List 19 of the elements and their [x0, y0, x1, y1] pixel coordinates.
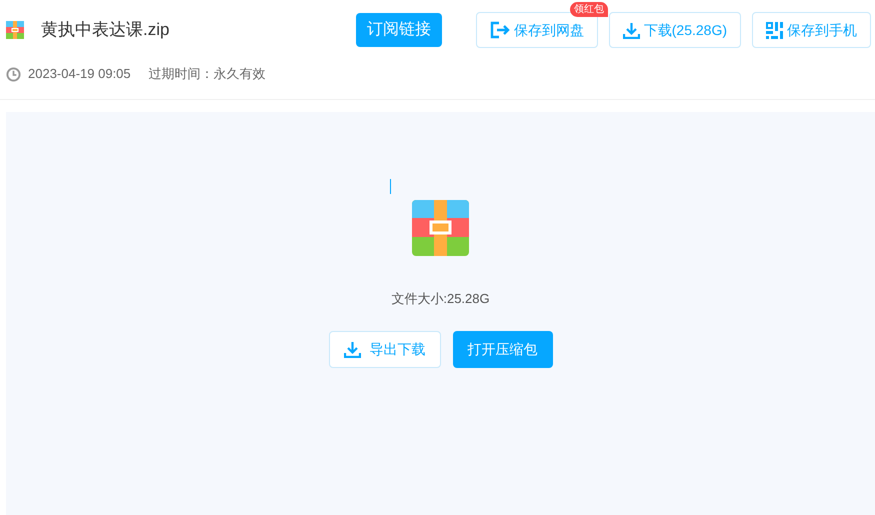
export-download-button[interactable]: 导出下载 — [328, 330, 440, 368]
save-button[interactable]: 保存到网盘 — [476, 12, 598, 48]
qr-code-icon — [766, 22, 783, 38]
clock-icon — [6, 66, 21, 82]
archive-icon — [6, 21, 24, 39]
text-cursor — [390, 179, 391, 194]
download-icon — [622, 22, 640, 38]
save-button[interactable]: 保存到手机 — [752, 12, 871, 48]
exit-icon — [490, 21, 510, 39]
promo-badge: 领红包 — [570, 2, 608, 17]
download-icon — [344, 340, 360, 358]
file-name: 黄执中表达课.zip — [41, 19, 170, 42]
download-button[interactable]: 下载(25.28G) — [608, 12, 741, 48]
subscribe-button[interactable]: 订阅链接 — [356, 13, 442, 47]
archive-icon — [412, 200, 469, 256]
upload-date: 2023-04-19 09:05 — [28, 65, 131, 84]
open-archive-button[interactable]: 打开压缩包 — [452, 330, 552, 368]
file-size: 文件大小:25.28G — [391, 290, 490, 308]
expiry-text: 过期时间：永久有效 — [148, 65, 266, 84]
